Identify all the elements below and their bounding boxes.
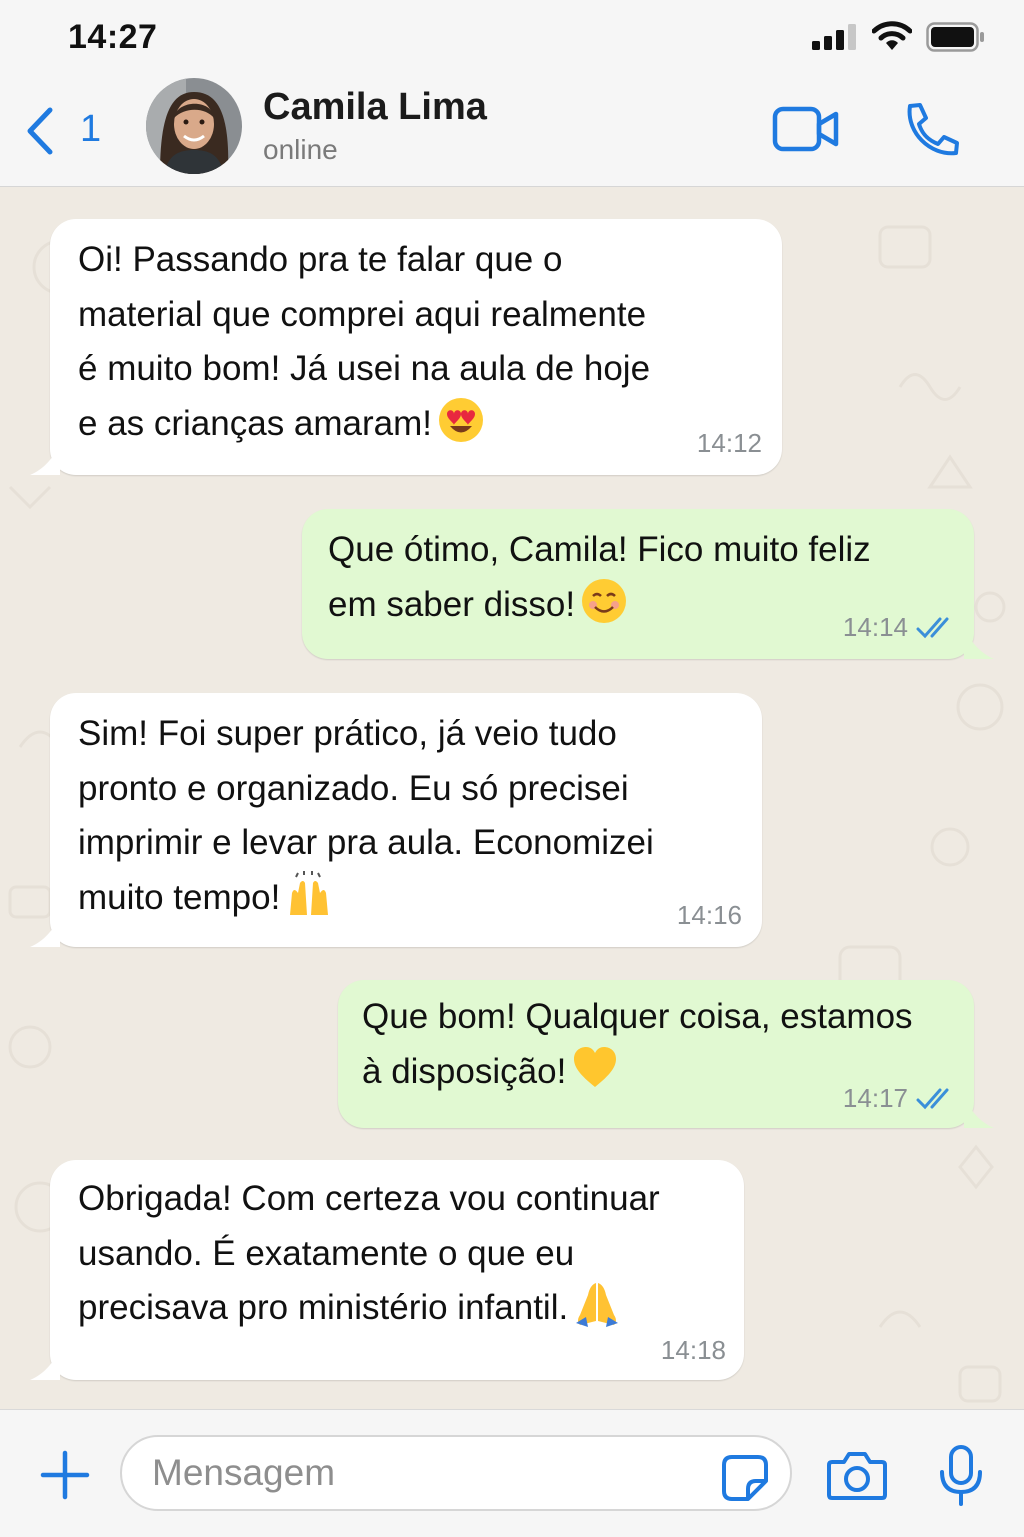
smiling-emoji-icon (582, 578, 627, 623)
read-receipt-icon (916, 1088, 949, 1110)
message-bubble-incoming[interactable]: Obrigada! Com certeza vou continuar usan… (30, 1160, 744, 1380)
message-bubble-outgoing[interactable]: Que bom! Qualquer coisa, estamos à dispo… (338, 980, 994, 1128)
status-bar: 14:27 (0, 0, 1024, 76)
bubble-tail (30, 445, 60, 475)
back-button[interactable]: 1 (22, 102, 112, 158)
heart-eyes-emoji-icon (439, 397, 484, 442)
video-camera-icon (772, 106, 839, 152)
bubble-tail (30, 917, 60, 947)
message-text: Sim! Foi super prático, já veio tudo pro… (78, 714, 654, 917)
sticker-button[interactable] (720, 1453, 770, 1503)
plus-icon (40, 1450, 90, 1500)
message-text: Obrigada! Com certeza vou continuar usan… (78, 1179, 660, 1327)
chat-area[interactable]: Oi! Passando pra te falar que o material… (0, 187, 1024, 1409)
video-call-button[interactable] (772, 104, 842, 154)
message-bubble-outgoing[interactable]: Que ótimo, Camila! Fico muito feliz em s… (302, 509, 994, 659)
sticker-icon (722, 1455, 768, 1501)
message-composer: Mensagem (0, 1409, 1024, 1537)
phone-icon (907, 103, 959, 156)
message-time: 14:18 (660, 1335, 726, 1365)
bubble-tail (964, 1098, 994, 1128)
message-bubble-incoming[interactable]: Sim! Foi super prático, já veio tudo pro… (30, 693, 762, 947)
folded-hands-emoji-icon (576, 1283, 619, 1327)
chevron-left-icon (27, 107, 53, 155)
yellow-heart-emoji-icon (574, 1046, 617, 1087)
microphone-icon (940, 1445, 982, 1506)
message-text: Oi! Passando pra te falar que o material… (78, 240, 651, 443)
battery-icon (926, 22, 984, 52)
avatar[interactable] (146, 78, 242, 174)
message-bubble-incoming[interactable]: Oi! Passando pra te falar que o material… (30, 219, 782, 475)
bubble-tail (964, 629, 994, 659)
contact-photo (146, 78, 242, 174)
unread-count: 1 (80, 108, 102, 150)
message-input[interactable]: Mensagem (120, 1435, 792, 1511)
contact-status: online (263, 134, 338, 165)
contact-name[interactable]: Camila Lima (263, 86, 487, 129)
read-receipt-icon (916, 617, 949, 639)
message-time: 14:14 (842, 612, 908, 642)
camera-button[interactable] (826, 1448, 888, 1504)
status-time: 14:27 (68, 18, 158, 56)
camera-icon (827, 1452, 887, 1500)
chat-header: 1 Camila Lima online (0, 76, 1024, 187)
message-time: 14:12 (696, 428, 762, 458)
bubble-tail (30, 1350, 60, 1380)
voice-call-button[interactable] (900, 102, 960, 158)
message-time: 14:17 (842, 1083, 908, 1113)
wifi-icon (872, 21, 912, 50)
message-time: 14:16 (676, 900, 742, 930)
attach-button[interactable] (40, 1450, 90, 1500)
raising-hands-emoji-icon (290, 870, 329, 915)
signal-icon (812, 24, 856, 50)
message-placeholder: Mensagem (152, 1452, 336, 1493)
microphone-button[interactable] (938, 1444, 984, 1508)
